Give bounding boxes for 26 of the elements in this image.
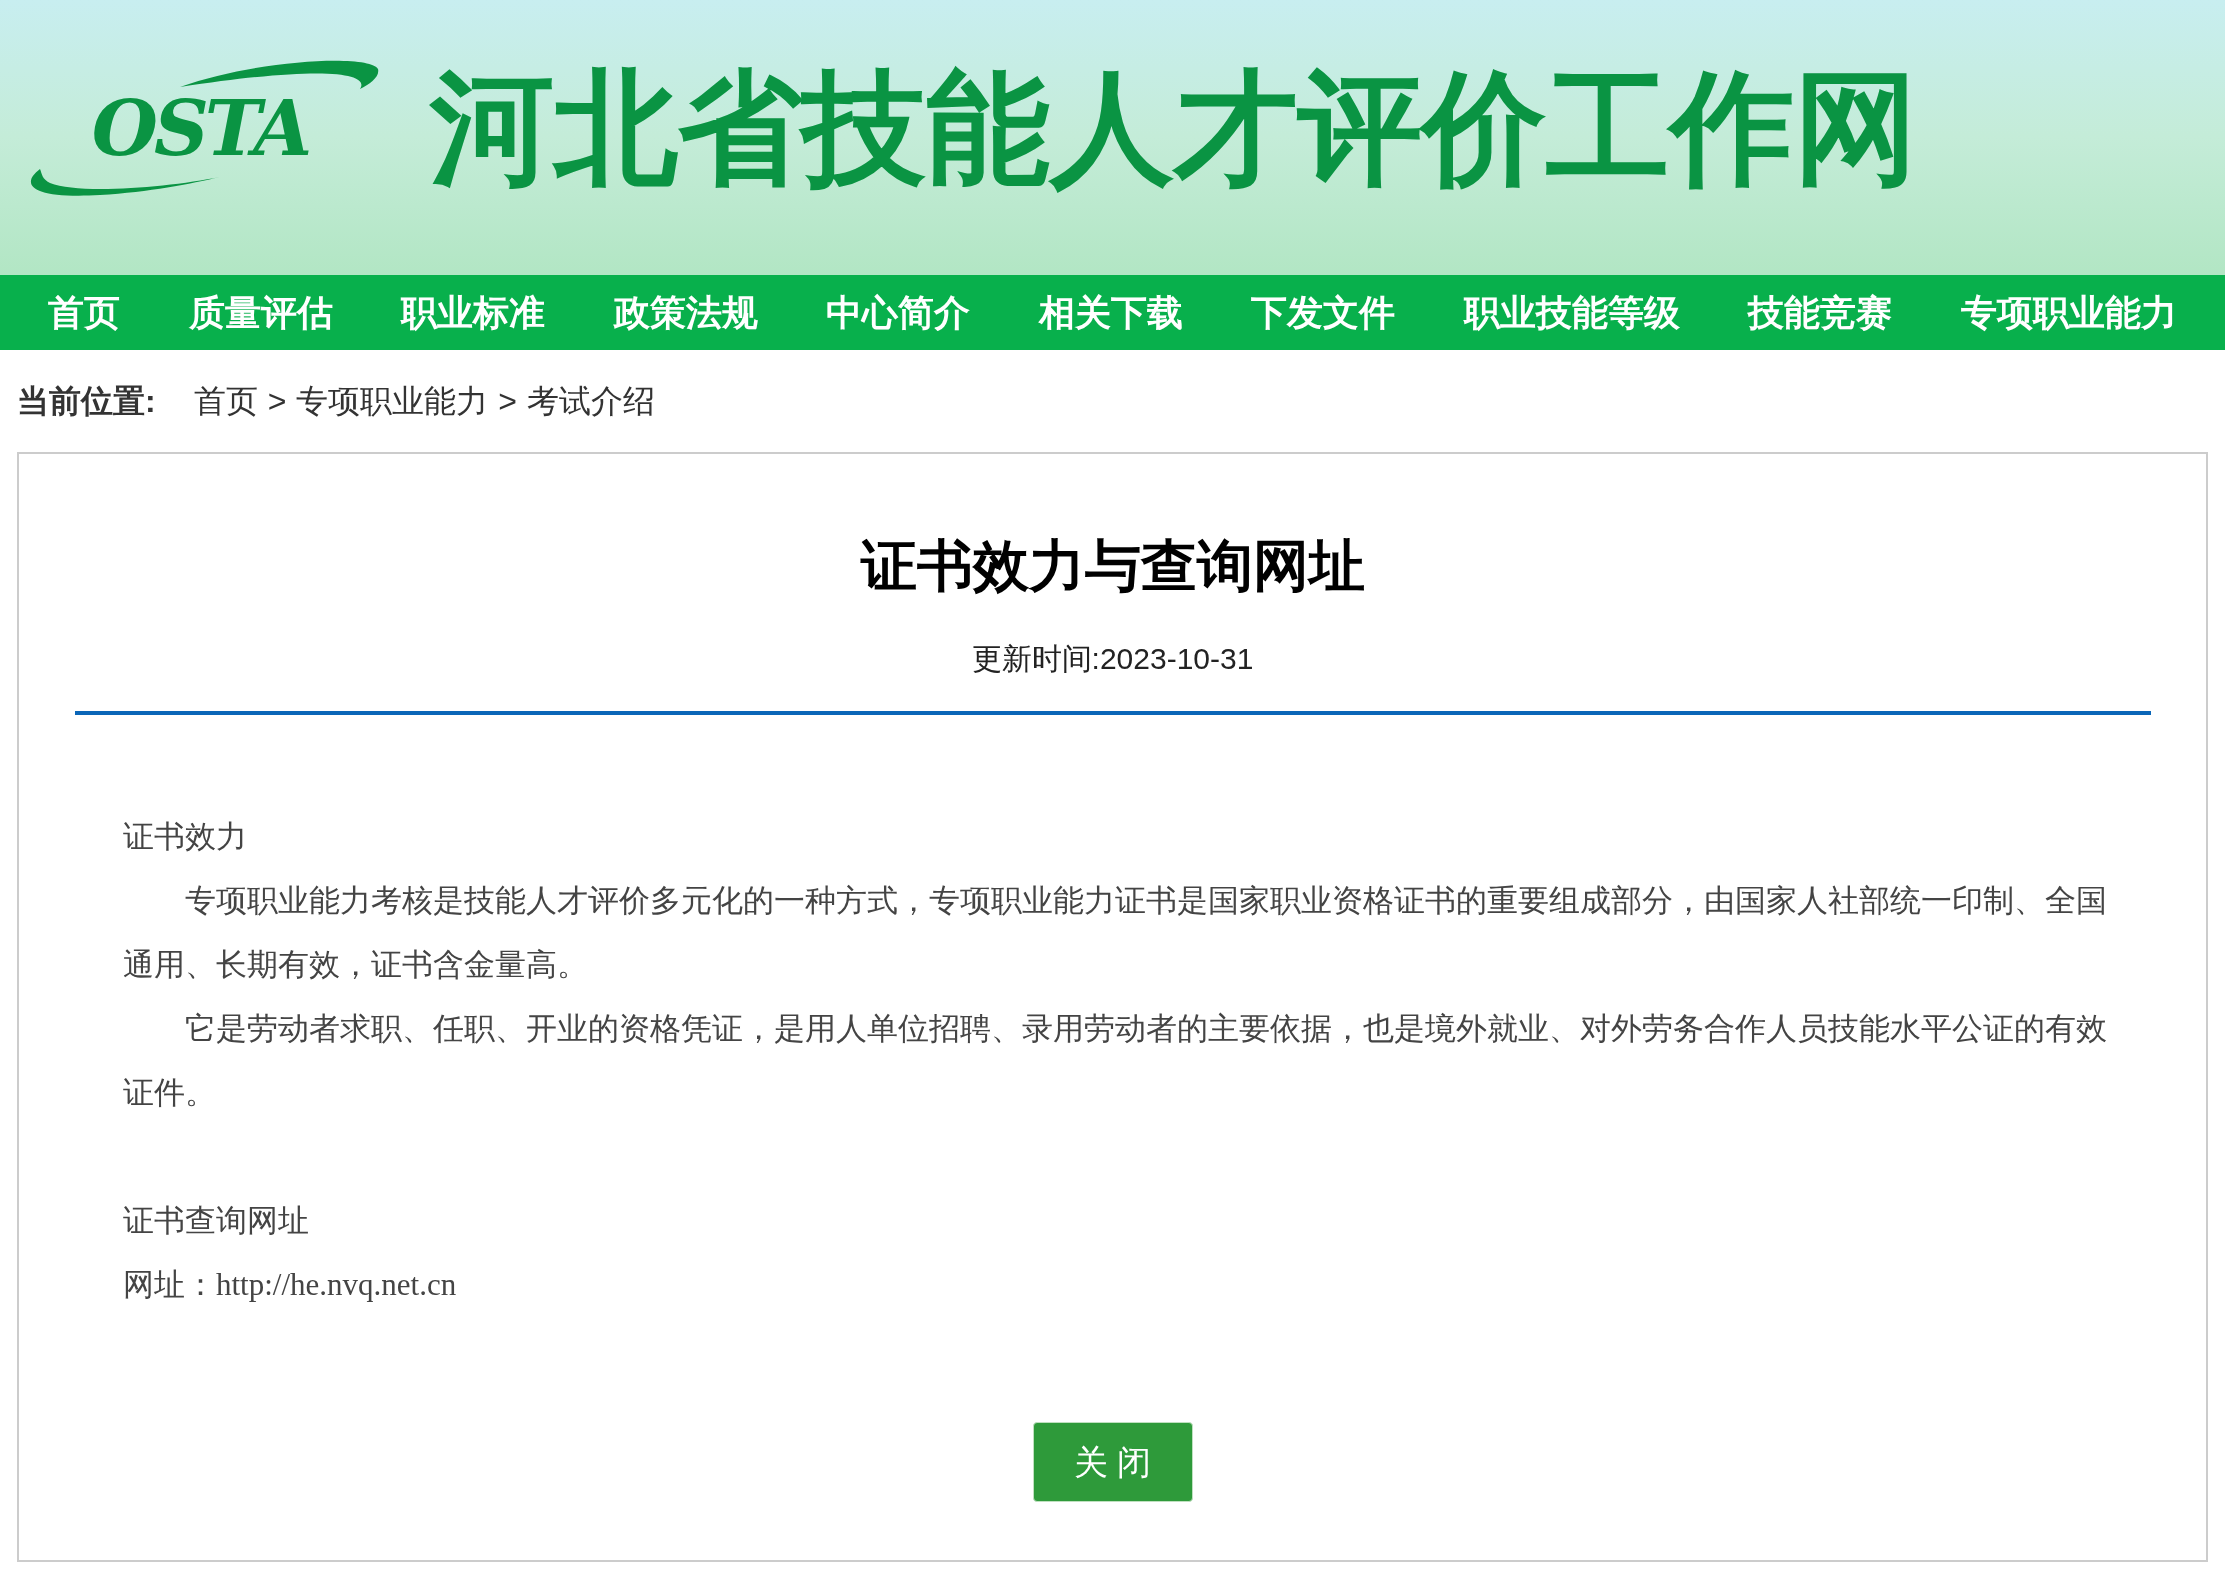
logo-text: OSTA bbox=[91, 88, 309, 169]
breadcrumb-separator: > bbox=[498, 382, 518, 421]
nav-link[interactable]: 职业标准 bbox=[401, 285, 546, 340]
breadcrumb-separator: > bbox=[267, 382, 287, 421]
nav-link[interactable]: 下发文件 bbox=[1251, 285, 1396, 340]
section-heading: 证书查询网址 bbox=[123, 1202, 310, 1240]
nav-link[interactable]: 技能竞赛 bbox=[1748, 285, 1893, 340]
breadcrumb-link[interactable]: 首页 bbox=[193, 377, 258, 425]
breadcrumb-link[interactable]: 专项职业能力 bbox=[296, 377, 489, 425]
paragraph: 专项职业能力考核是技能人才评价多元化的一种方式，专项职业能力证书是国家职业资格证书的重要组成部分，由国家人社部统一印制、全国通用、长期有效，证书含金量高。 bbox=[123, 882, 2108, 984]
article-title: 证书效力与查询网址 bbox=[860, 533, 1365, 599]
breadcrumb-link[interactable]: 考试介绍 bbox=[527, 377, 656, 425]
nav-link[interactable]: 职业技能等级 bbox=[1463, 285, 1680, 340]
nav-link[interactable]: 政策法规 bbox=[613, 285, 758, 340]
update-time: 更新时间:2023-10-31 bbox=[971, 641, 1254, 677]
nav-link[interactable]: 相关下载 bbox=[1038, 285, 1183, 340]
nav-link[interactable]: 质量评估 bbox=[188, 285, 333, 340]
nav-link[interactable]: 中心简介 bbox=[826, 285, 971, 340]
section-heading: 网址：http://he.nvq.net.cn bbox=[123, 1266, 458, 1304]
paragraph: 它是劳动者求职、任职、开业的资格凭证，是用人单位招聘、录用劳动者的主要依据，也是境外就业、对外劳务合作人员技能水平公证的有效证件。 bbox=[123, 1010, 2108, 1112]
close-button[interactable]: 关 闭 bbox=[1032, 1422, 1193, 1502]
nav-link[interactable]: 首页 bbox=[48, 285, 120, 340]
swoosh-icon bbox=[180, 58, 380, 89]
breadcrumb-label: 当前位置: bbox=[17, 382, 156, 421]
section-heading: 证书效力 bbox=[123, 818, 248, 856]
nav-link[interactable]: 专项职业能力 bbox=[1960, 285, 2177, 340]
